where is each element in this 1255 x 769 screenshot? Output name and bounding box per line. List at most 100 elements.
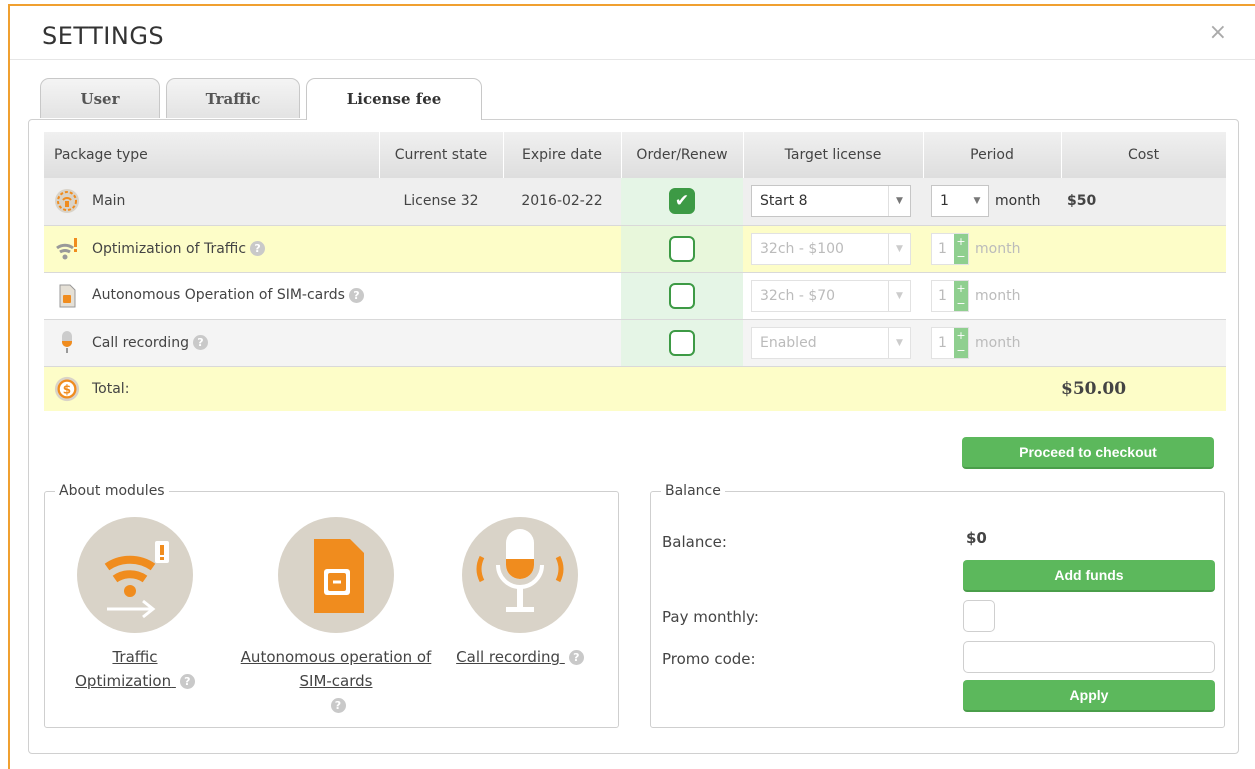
router-icon [54,188,80,214]
add-funds-button[interactable]: Add funds [963,560,1215,592]
help-icon[interactable]: ? [179,674,195,689]
help-icon[interactable]: ? [348,287,364,303]
dialog-title: SETTINGS [42,22,165,50]
period-value: 1 [938,240,947,257]
sim-card-icon [54,283,80,309]
select-value: Start 8 [760,193,808,210]
plus-minus-icon[interactable]: + − [954,327,968,358]
svg-text:$: $ [63,382,71,396]
total-row: $ Total: $50.00 [44,366,1226,411]
about-modules-legend: About modules [59,483,165,499]
col-target-license[interactable]: Target license [743,132,924,178]
target-license-select-recording[interactable]: Enabled ▼ [751,326,911,359]
balance-legend: Balance [665,483,721,499]
microphone-icon[interactable] [462,517,578,633]
chevron-down-icon: ▼ [888,233,910,264]
microphone-icon [54,330,80,356]
order-checkbox-sim[interactable] [669,282,695,309]
settings-dialog: SETTINGS × User Traffic License fee Pack… [8,4,1255,769]
help-icon[interactable]: ? [568,650,584,665]
period-value: 1 [938,287,947,304]
title-divider [10,59,1255,60]
col-current-state[interactable]: Current state [379,132,504,178]
current-state: License 32 [379,178,503,226]
package-name: Autonomous Operation of SIM-cards [92,287,345,303]
period-unit: month [975,240,1021,257]
order-checkbox-main[interactable]: ✔ [669,188,695,215]
table-header-row: Package type Current state Expire date O… [44,132,1227,178]
packages-table: Package type Current state Expire date O… [44,132,1227,411]
dollar-coin-icon: $ [54,376,80,402]
select-value: Enabled [760,334,817,351]
chevron-down-icon: ▼ [888,186,910,217]
target-license-select-main[interactable]: Start 8 ▼ [751,185,911,218]
balance-value: $0 [966,529,987,547]
table-row: Autonomous Operation of SIM-cards? 32ch … [44,272,1226,320]
period-stepper-traffic[interactable]: 1 + − [931,232,969,265]
pay-monthly-checkbox[interactable] [963,600,995,632]
period-value: 1 [938,334,947,351]
help-icon[interactable]: ? [330,698,346,713]
period-stepper-sim[interactable]: 1 + − [931,279,969,312]
module-label: Autonomous operation of SIM-cards [240,648,432,690]
about-modules-box: About modules Traffic Optimization ? Aut… [44,483,619,728]
promo-code-input[interactable] [963,641,1215,673]
table-row: Optimization of Traffic? 32ch - $100 ▼ 1 +… [44,225,1226,273]
select-value: 32ch - $70 [760,287,836,304]
plus-minus-icon[interactable]: + − [954,233,968,264]
tab-user[interactable]: User [40,78,160,118]
module-label: Call recording [456,648,561,666]
select-value: 32ch - $100 [760,240,844,257]
help-icon[interactable]: ? [192,335,208,350]
balance-label: Balance: [662,533,727,551]
apply-button[interactable]: Apply [963,680,1215,712]
total-amount: $50.00 [1061,378,1127,399]
license-fee-panel: Package type Current state Expire date O… [28,119,1239,754]
module-label: Traffic Optimization [75,648,172,690]
module-recording: Call recording ? [445,517,595,669]
package-name: Optimization of Traffic [92,240,247,257]
wifi-alert-icon [54,236,80,262]
package-name: Call recording [92,334,189,351]
wifi-alert-icon[interactable] [77,517,193,633]
period-unit: month [975,334,1021,351]
tab-license-fee[interactable]: License fee [306,78,482,120]
tab-traffic[interactable]: Traffic [166,78,300,118]
expire-date: 2016-02-22 [503,178,621,226]
traffic-optimization-link[interactable]: Traffic Optimization ? [65,645,205,693]
target-license-select-sim[interactable]: 32ch - $70 ▼ [751,279,911,312]
total-label: Total: [92,380,130,397]
period-unit: month [975,287,1021,304]
module-traffic: Traffic Optimization ? [65,517,205,693]
help-icon[interactable]: ? [250,241,266,256]
col-expire-date[interactable]: Expire date [503,132,622,178]
plus-minus-icon[interactable]: + − [954,280,968,311]
order-checkbox-recording[interactable] [669,329,695,356]
table-row: Main License 32 2016-02-22 ✔ Start 8 ▼ 1 ▼… [44,178,1226,226]
period-value: 1 [940,193,949,210]
chevron-down-icon: ▼ [888,280,910,311]
chevron-down-icon: ▼ [888,327,910,358]
row-cost: $50 [1067,193,1097,210]
module-sim: Autonomous operation of SIM-cards? [240,517,432,717]
promo-code-label: Promo code: [662,650,756,668]
target-license-select-traffic[interactable]: 32ch - $100 ▼ [751,232,911,265]
sim-card-icon[interactable] [278,517,394,633]
col-period[interactable]: Period [923,132,1062,178]
autonomous-operation-link[interactable]: Autonomous operation of SIM-cards? [240,645,432,717]
period-select-main[interactable]: 1 ▼ [931,185,989,218]
col-cost[interactable]: Cost [1061,132,1227,178]
period-unit: month [995,193,1041,210]
pay-monthly-label: Pay monthly: [662,608,759,626]
period-stepper-recording[interactable]: 1 + − [931,326,969,359]
call-recording-link[interactable]: Call recording ? [445,645,595,669]
col-order-renew[interactable]: Order/Renew [621,132,744,178]
chevron-down-icon: ▼ [973,196,981,207]
order-checkbox-traffic[interactable] [669,235,695,262]
col-package-type[interactable]: Package type [44,132,380,178]
package-name: Main [92,193,126,210]
table-row: Call recording? Enabled ▼ 1 + − month [44,319,1226,367]
proceed-to-checkout-button[interactable]: Proceed to checkout [962,437,1214,469]
close-icon[interactable]: × [1209,20,1227,45]
package-name-wrap: Autonomous Operation of SIM-cards? [92,287,364,304]
